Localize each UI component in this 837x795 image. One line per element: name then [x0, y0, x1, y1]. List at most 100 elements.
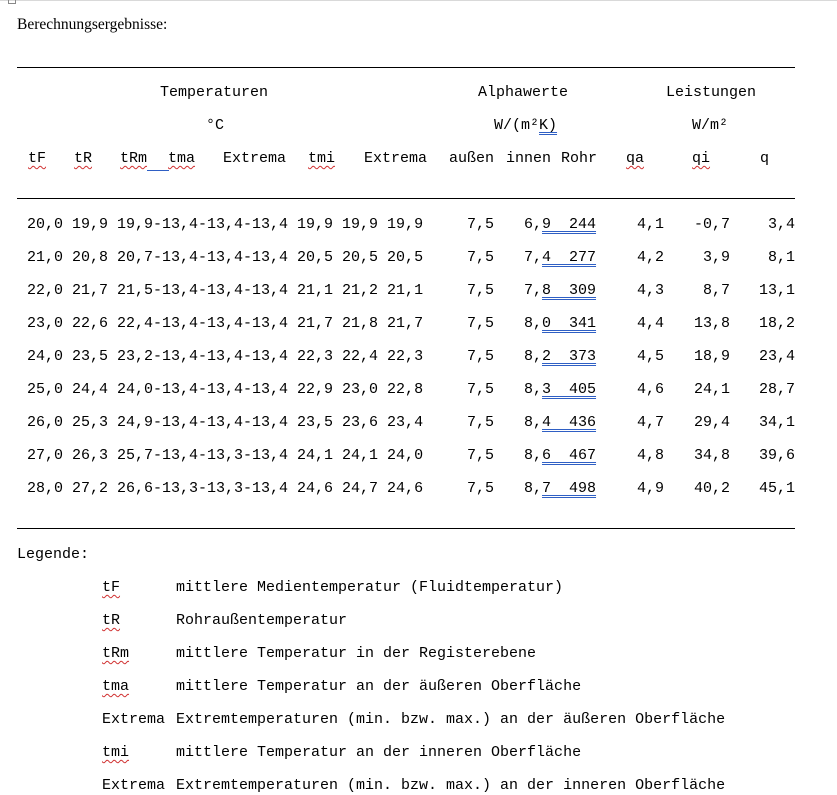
row-temperatures: 25,0 24,4 24,0-13,4-13,4-13,4 22,9 23,0 … [27, 381, 424, 398]
row-q: 39,6 [758, 447, 795, 464]
col-tF: tF [28, 150, 47, 167]
header-leistungen: Leistungen [665, 84, 757, 101]
row-alpha-innen-int: 7, [524, 282, 543, 299]
row-alpha-innen-frac-rohr: 6 467 [542, 447, 597, 464]
col-extrema-outer: Extrema [223, 150, 287, 167]
row-alpha-aussen: 7,5 [466, 381, 494, 398]
row-alpha-aussen: 7,5 [466, 348, 494, 365]
row-temperatures: 27,0 26,3 25,7-13,4-13,3-13,4 24,1 24,1 … [27, 447, 424, 464]
row-temperatures: 26,0 25,3 24,9-13,4-13,4-13,4 23,5 23,6 … [27, 414, 424, 431]
row-qi: 8,7 [702, 282, 730, 299]
col-qi: qi [692, 150, 711, 167]
alphawerte-unit-part-b: K) [539, 117, 558, 134]
header-temperaturen-unit: °C [205, 117, 225, 134]
row-alpha-innen-int: 8, [524, 480, 543, 497]
row-qi: 29,4 [693, 414, 730, 431]
row-qi: 34,8 [693, 447, 730, 464]
legend-description: mittlere Temperatur in der Registerebene [176, 645, 537, 662]
row-alpha-innen-rohr: 8,6 467 [524, 447, 596, 465]
row-alpha-innen-rohr: 6,9 244 [524, 216, 596, 234]
row-temperatures: 20,0 19,9 19,9-13,4-13,4-13,4 19,9 19,9 … [27, 216, 424, 233]
row-qa: 4,2 [636, 249, 664, 266]
col-qa: qa [626, 150, 645, 167]
legend-description: Rohraußentemperatur [176, 612, 348, 629]
row-alpha-innen-frac-rohr: 9 244 [542, 216, 597, 233]
legend-label: Legende: [17, 546, 90, 563]
top-rule [17, 67, 795, 68]
row-alpha-aussen: 7,5 [466, 480, 494, 497]
row-alpha-innen-int: 8, [524, 348, 543, 365]
legend-term: tR [102, 612, 121, 629]
row-qi: 24,1 [693, 381, 730, 398]
row-q: 13,1 [758, 282, 795, 299]
row-qi: 40,2 [693, 480, 730, 497]
row-alpha-aussen: 7,5 [466, 447, 494, 464]
row-qa: 4,4 [636, 315, 664, 332]
row-temperatures: 28,0 27,2 26,6-13,3-13,3-13,4 24,6 24,7 … [27, 480, 424, 497]
row-alpha-innen-rohr: 8,2 373 [524, 348, 596, 366]
row-alpha-innen-rohr: 8,7 498 [524, 480, 596, 498]
col-tR: tR [74, 150, 93, 167]
row-qa: 4,5 [636, 348, 664, 365]
row-alpha-innen-frac-rohr: 8 309 [542, 282, 597, 299]
row-alpha-innen-int: 8, [524, 315, 543, 332]
row-alpha-innen-int: 8, [524, 447, 543, 464]
legend-description: mittlere Medientemperatur (Fluidtemperat… [176, 579, 564, 596]
row-alpha-innen-frac-rohr: 7 498 [542, 480, 597, 497]
row-qi: 18,9 [693, 348, 730, 365]
col-rohr: Rohr [561, 150, 598, 167]
row-temperatures: 21,0 20,8 20,7-13,4-13,4-13,4 20,5 20,5 … [27, 249, 424, 266]
row-alpha-innen-rohr: 7,8 309 [524, 282, 596, 300]
page-edge [0, 0, 837, 1]
legend-description: Extremtemperaturen (min. bzw. max.) an d… [176, 711, 726, 728]
row-q: 8,1 [767, 249, 795, 266]
row-q: 3,4 [767, 216, 795, 233]
row-temperatures: 23,0 22,6 22,4-13,4-13,4-13,4 21,7 21,8 … [27, 315, 424, 332]
header-leistungen-unit: W/m² [691, 117, 729, 134]
row-qa: 4,6 [636, 381, 664, 398]
legend-term: tma [102, 678, 130, 695]
col-innen: innen [506, 150, 552, 167]
bottom-rule [17, 528, 795, 529]
col-q: q [760, 150, 770, 167]
row-alpha-innen-frac-rohr: 4 436 [542, 414, 597, 431]
alphawerte-unit-part-a: W/(m² [494, 117, 540, 134]
legend-description: Extremtemperaturen (min. bzw. max.) an d… [176, 777, 726, 794]
row-qa: 4,3 [636, 282, 664, 299]
row-qi: 13,8 [693, 315, 730, 332]
row-qa: 4,1 [636, 216, 664, 233]
row-alpha-innen-rohr: 8,0 341 [524, 315, 596, 333]
legend-description: mittlere Temperatur an der inneren Oberf… [176, 744, 582, 761]
row-alpha-innen-int: 7, [524, 249, 543, 266]
col-extrema-inner: Extrema [364, 150, 428, 167]
header-temperaturen: Temperaturen [159, 84, 269, 101]
col-tmi: tmi [308, 150, 336, 167]
row-alpha-aussen: 7,5 [466, 249, 494, 266]
row-q: 45,1 [758, 480, 795, 497]
col-aussen: außen [449, 150, 495, 167]
legend-term: Extrema [102, 711, 166, 728]
col-tma: tma [168, 150, 196, 167]
row-temperatures: 22,0 21,7 21,5-13,4-13,4-13,4 21,1 21,2 … [27, 282, 424, 299]
row-qa: 4,7 [636, 414, 664, 431]
row-alpha-innen-rohr: 7,4 277 [524, 249, 596, 267]
row-alpha-innen-rohr: 8,4 436 [524, 414, 596, 432]
row-alpha-aussen: 7,5 [466, 414, 494, 431]
row-alpha-innen-int: 6, [524, 216, 543, 233]
row-alpha-aussen: 7,5 [466, 315, 494, 332]
row-alpha-aussen: 7,5 [466, 282, 494, 299]
row-qi: -0,7 [693, 216, 730, 233]
row-q: 18,2 [758, 315, 795, 332]
corner-mark [8, 0, 16, 4]
legend-term: tRm [102, 645, 130, 662]
row-q: 34,1 [758, 414, 795, 431]
row-alpha-innen-int: 8, [524, 414, 543, 431]
legend-term: tF [102, 579, 121, 596]
row-alpha-innen-frac-rohr: 2 373 [542, 348, 597, 365]
legend-description: mittlere Temperatur an der äußeren Oberf… [176, 678, 582, 695]
row-qa: 4,8 [636, 447, 664, 464]
row-alpha-aussen: 7,5 [466, 216, 494, 233]
legend-term: tmi [102, 744, 130, 761]
page-heading: Berechnungsergebnisse: [17, 16, 168, 33]
col-tRm-tma-gap [147, 150, 169, 171]
